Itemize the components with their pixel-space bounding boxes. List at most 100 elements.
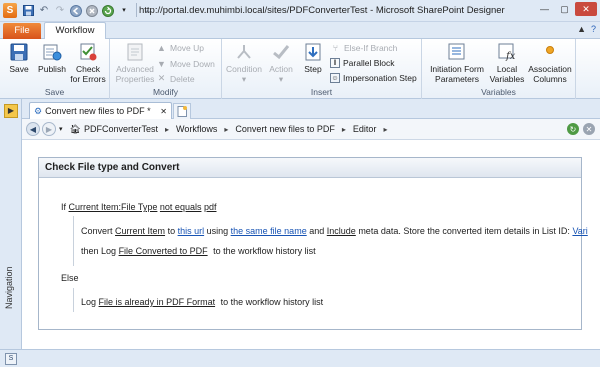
if-condition-line: If Current Item:File Type not equals pdf xyxy=(61,202,217,212)
group-label-insert: Insert xyxy=(310,87,333,97)
move-up-button[interactable]: ▲ Move Up xyxy=(156,42,204,53)
refresh-icon[interactable] xyxy=(101,3,115,18)
breadcrumb-item-site[interactable]: 🏠︎ PDFConverterTest xyxy=(70,124,158,135)
stop-icon[interactable] xyxy=(85,3,99,18)
form-parameters-icon xyxy=(446,42,468,62)
dropdown-icon[interactable]: ▾ xyxy=(117,3,131,18)
workflow-icon: ⚙ xyxy=(34,105,43,116)
else-if-branch-button[interactable]: ⑂ Else-If Branch xyxy=(330,42,398,53)
local-variables-icon: fx xyxy=(496,42,518,62)
sharepoint-designer-logo: S xyxy=(3,3,17,18)
publish-icon xyxy=(41,42,63,62)
navigation-label[interactable]: Navigation xyxy=(4,266,14,309)
local-variables-label-2: Variables xyxy=(489,74,525,84)
log-message-converted-link[interactable]: File Converted to PDF xyxy=(119,246,208,256)
initiation-label-2: Parameters xyxy=(435,74,479,84)
local-variables-button[interactable]: fx Local Variables xyxy=(489,42,525,84)
workflow-step[interactable]: Check File type and Convert If Current I… xyxy=(38,157,588,330)
condition-field-link[interactable]: Current Item:File Type xyxy=(69,202,158,212)
using-keyword: using xyxy=(206,226,229,236)
condition-button[interactable]: Condition ▾ xyxy=(224,42,264,84)
check-errors-label-1: Check xyxy=(75,64,101,74)
new-tab-button[interactable] xyxy=(173,103,191,119)
breadcrumb-item-editor[interactable]: Editor xyxy=(353,124,377,134)
move-down-icon: ▼ xyxy=(157,58,166,69)
status-bar: S xyxy=(0,349,600,367)
initiation-label-1: Initiation Form xyxy=(430,64,484,74)
tab-workflow[interactable]: Workflow xyxy=(44,22,106,40)
check-errors-icon xyxy=(77,42,99,62)
step-button[interactable]: Step xyxy=(300,42,326,74)
same-file-name-link[interactable]: the same file name xyxy=(231,226,307,236)
parallel-block-button[interactable]: ‖ Parallel Block xyxy=(330,58,395,68)
advanced-properties-button[interactable]: Advanced Properties xyxy=(113,42,157,84)
status-icon[interactable]: S xyxy=(5,353,17,365)
breadcrumb: ◀ ▶ ▾ 🏠︎ PDFConverterTest ▸ Workflows ▸ … xyxy=(22,119,600,140)
current-item-link[interactable]: Current Item xyxy=(115,226,165,236)
group-label-save: Save xyxy=(44,87,65,97)
log-message-already-pdf-link[interactable]: File is already in PDF Format xyxy=(99,297,216,307)
forward-button[interactable]: ▶ xyxy=(42,122,56,136)
condition-operator-link[interactable]: not equals xyxy=(160,202,202,212)
impersonation-label: Impersonation Step xyxy=(343,73,417,83)
breadcrumb-item-workflow[interactable]: Convert new files to PDF xyxy=(235,124,335,134)
quick-access-toolbar: ↶ ↷ ▾ ← xyxy=(21,3,156,18)
include-link[interactable]: Include xyxy=(327,226,356,236)
impersonation-step-button[interactable]: ☺ Impersonation Step xyxy=(330,73,417,83)
and-keyword: and xyxy=(309,226,325,236)
action-label: Action xyxy=(269,64,293,74)
refresh-icon[interactable]: ↻ xyxy=(567,123,579,135)
qat-separator xyxy=(136,3,137,17)
delete-icon: ✕ xyxy=(157,73,166,83)
publish-button[interactable]: Publish xyxy=(36,42,68,74)
title-bar: S ↶ ↷ ▾ ← http://portal.dev.muhimbi.loca… xyxy=(0,0,600,22)
move-down-button[interactable]: ▼ Move Down xyxy=(156,58,215,69)
impersonation-icon: ☺ xyxy=(330,73,340,83)
initiation-form-parameters-button[interactable]: Initiation Form Parameters xyxy=(426,42,488,84)
tab-right-controls: ▲ ? xyxy=(577,24,596,34)
workflow-editor-canvas: Check File type and Convert If Current I… xyxy=(22,140,600,349)
breadcrumb-dropdown-icon[interactable]: ▾ xyxy=(59,125,63,133)
check-errors-button[interactable]: Check for Errors xyxy=(70,42,106,84)
help-icon[interactable]: ? xyxy=(591,24,596,34)
ribbon: Save Publish Check for Errors Save Advan… xyxy=(0,39,600,99)
redo-icon[interactable]: ↷ xyxy=(53,3,67,18)
log-converted-line: then Log File Converted to PDF to the wo… xyxy=(81,246,316,256)
undo-icon[interactable]: ↶ xyxy=(37,3,51,18)
if-block-bar xyxy=(73,216,74,266)
ribbon-group-variables: Initiation Form Parameters fx Local Vari… xyxy=(422,39,576,99)
group-label-variables: Variables xyxy=(481,87,516,97)
delete-button[interactable]: ✕ Delete xyxy=(156,73,195,84)
if-keyword: If xyxy=(61,202,67,212)
step-title[interactable]: Check File type and Convert xyxy=(39,158,581,178)
back-button[interactable]: ◀ xyxy=(26,122,40,136)
advanced-label-2: Properties xyxy=(115,74,155,84)
condition-value-link[interactable]: pdf xyxy=(204,202,217,212)
close-tab-icon[interactable]: ✕ xyxy=(160,107,167,116)
local-variables-label-1: Local xyxy=(496,64,518,74)
association-columns-button[interactable]: Association Columns xyxy=(526,42,574,84)
expand-navigation-button[interactable]: ▶ xyxy=(4,104,18,118)
breadcrumb-separator-icon: ▸ xyxy=(164,124,169,134)
convert-action-line: Convert Current Item to this url using t… xyxy=(81,226,588,236)
save-icon[interactable] xyxy=(21,3,35,18)
ribbon-tabs: File Workflow ▲ ? xyxy=(0,22,600,40)
stop-icon[interactable]: ✕ xyxy=(583,123,595,135)
tab-file[interactable]: File xyxy=(3,23,41,39)
maximize-button[interactable]: ▢ xyxy=(555,2,574,16)
move-down-label: Move Down xyxy=(170,58,215,69)
minimize-button[interactable]: — xyxy=(535,2,554,16)
convert-keyword: Convert xyxy=(81,226,113,236)
save-label: Save xyxy=(9,64,29,74)
site-home-icon: 🏠︎ xyxy=(69,123,81,134)
breadcrumb-item-workflows[interactable]: Workflows xyxy=(176,124,217,134)
action-button[interactable]: Action ▾ xyxy=(266,42,296,84)
list-id-variable-link[interactable]: Vari xyxy=(572,226,587,236)
ribbon-collapse-icon[interactable]: ▲ xyxy=(577,24,586,34)
save-button[interactable]: Save xyxy=(6,42,32,74)
parallel-block-icon: ‖ xyxy=(330,58,340,68)
back-icon[interactable] xyxy=(69,3,83,18)
tab-convert-new-files[interactable]: ⚙ Convert new files to PDF * ✕ xyxy=(29,102,172,119)
this-url-link[interactable]: this url xyxy=(178,226,205,236)
close-button[interactable]: ✕ xyxy=(575,2,597,16)
